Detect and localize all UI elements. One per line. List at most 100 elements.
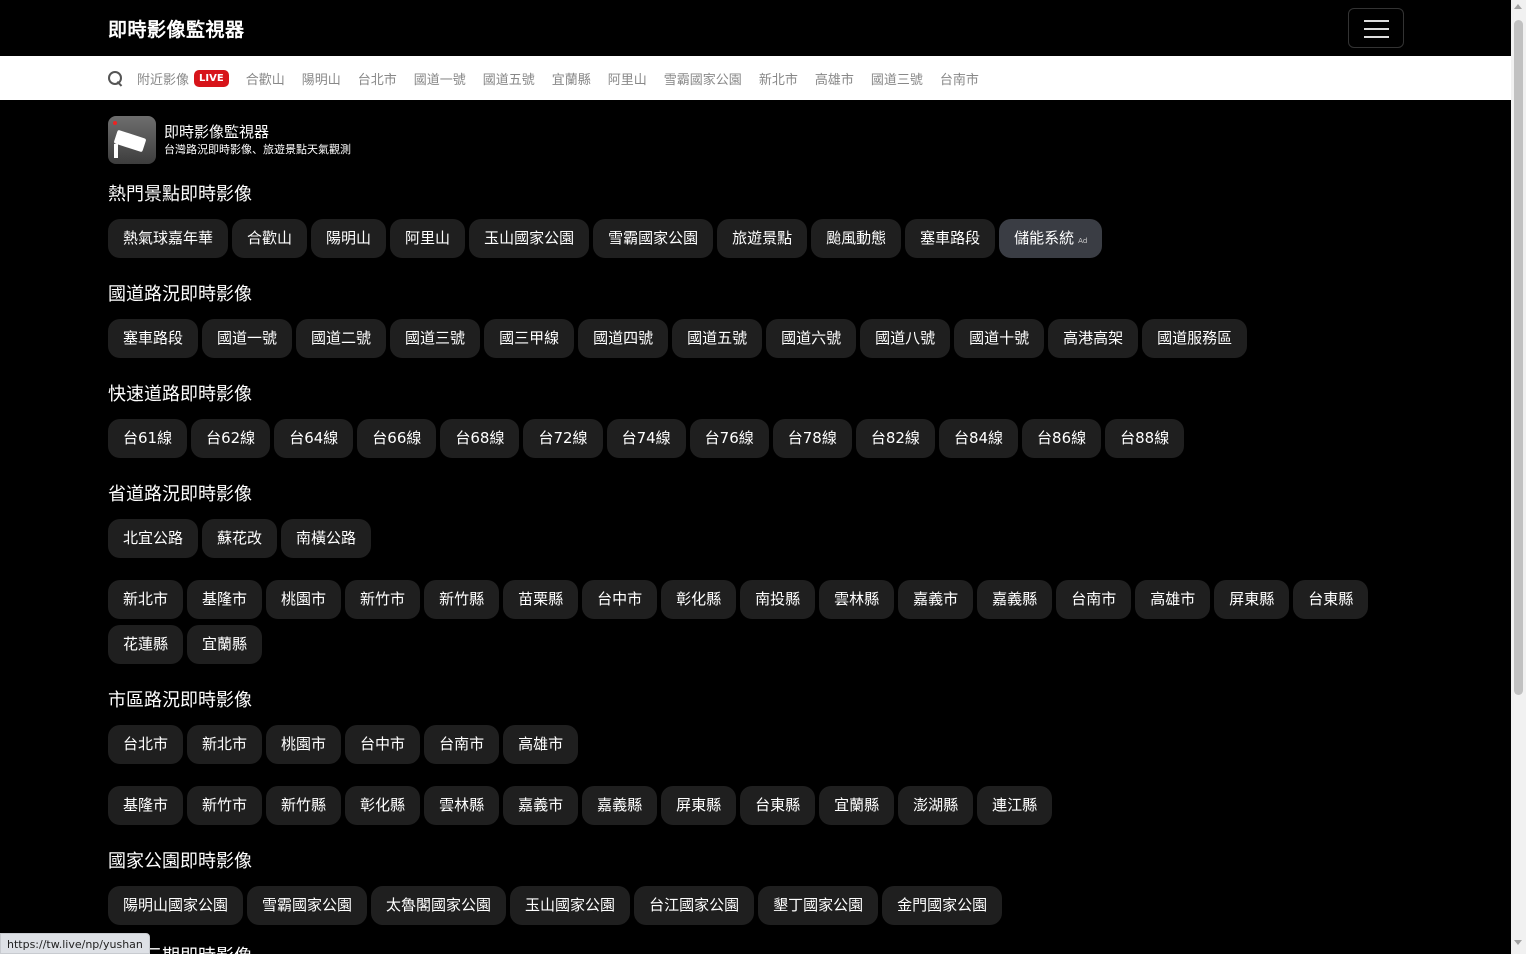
chip-link[interactable]: 國道二號 <box>296 319 387 358</box>
chip-link[interactable]: 台84線 <box>938 419 1019 458</box>
chip-link[interactable]: 屏東縣 <box>661 786 737 825</box>
chip-link[interactable]: 嘉義縣 <box>977 580 1053 619</box>
nav-link[interactable]: 國道一號 <box>414 69 466 88</box>
chip-link[interactable]: 陽明山國家公園 <box>108 886 244 925</box>
chip-link[interactable]: 基隆市 <box>108 786 184 825</box>
chip-link[interactable]: 台北市 <box>108 725 184 764</box>
chip-link[interactable]: 颱風動態 <box>811 219 902 258</box>
chip-link[interactable]: 新竹市 <box>187 786 263 825</box>
chip-link[interactable]: 台中市 <box>345 725 421 764</box>
nav-link[interactable]: 國道三號 <box>871 69 923 88</box>
chip-link[interactable]: 台62線 <box>191 419 271 458</box>
chip-link[interactable]: 台72線 <box>523 419 603 458</box>
chip-link[interactable]: 雲林縣 <box>424 786 500 825</box>
chip-link[interactable]: 台88線 <box>1105 419 1185 458</box>
chip-link[interactable]: 彰化縣 <box>661 580 737 619</box>
chip-link[interactable]: 屏東縣 <box>1214 580 1290 619</box>
chip-link[interactable]: 金門國家公園 <box>882 886 1003 925</box>
chip-link[interactable]: 台86線 <box>1022 419 1102 458</box>
chip-link[interactable]: 苗栗縣 <box>503 580 579 619</box>
nav-link[interactable]: 附近影像 LIVE <box>137 69 229 88</box>
scroll-down-icon[interactable] <box>1514 940 1522 945</box>
chip-link[interactable]: 國道服務區 <box>1142 319 1248 358</box>
nav-link[interactable]: 陽明山 <box>302 69 341 88</box>
chip-link[interactable]: 新北市 <box>108 580 184 619</box>
chip-link[interactable]: 新竹市 <box>345 580 421 619</box>
chip-link[interactable]: 旅遊景點 <box>717 219 808 258</box>
chip-link[interactable]: 國道八號 <box>860 319 951 358</box>
chip-link[interactable]: 高港高架 <box>1048 319 1139 358</box>
chip-link[interactable]: 玉山國家公園 <box>469 219 590 258</box>
chip-link[interactable]: 嘉義縣 <box>582 786 658 825</box>
chip-link[interactable]: 高雄市 <box>1135 580 1211 619</box>
chip-link[interactable]: 雪霸國家公園 <box>247 886 368 925</box>
ad-chip[interactable]: 儲能系統 Ad <box>999 219 1103 258</box>
scroll-up-icon[interactable] <box>1514 4 1522 9</box>
chip-link[interactable]: 雪霸國家公園 <box>593 219 714 258</box>
chip-link[interactable]: 台66線 <box>357 419 437 458</box>
chip-link[interactable]: 台68線 <box>440 419 520 458</box>
chip-link[interactable]: 連江縣 <box>977 786 1053 825</box>
chip-link[interactable]: 嘉義市 <box>898 580 974 619</box>
chip-link[interactable]: 阿里山 <box>390 219 466 258</box>
nav-link[interactable]: 新北市 <box>759 69 798 88</box>
nav-link[interactable]: 國道五號 <box>483 69 535 88</box>
nav-link[interactable]: 合歡山 <box>246 69 285 88</box>
chip-link[interactable]: 桃園市 <box>266 725 342 764</box>
chip-link[interactable]: 彰化縣 <box>345 786 421 825</box>
chip-link[interactable]: 高雄市 <box>503 725 579 764</box>
chip-link[interactable]: 澎湖縣 <box>898 786 974 825</box>
chip-link[interactable]: 玉山國家公園 <box>510 886 631 925</box>
nav-link[interactable]: 台南市 <box>940 69 979 88</box>
chip-link[interactable]: 陽明山 <box>311 219 387 258</box>
chip-link[interactable]: 國道一號 <box>202 319 293 358</box>
chip-link[interactable]: 宜蘭縣 <box>187 625 263 664</box>
nav-link[interactable]: 台北市 <box>358 69 397 88</box>
chip-link[interactable]: 台南市 <box>424 725 500 764</box>
nav-link[interactable]: 雪霸國家公園 <box>664 69 742 88</box>
chip-link[interactable]: 新竹縣 <box>424 580 500 619</box>
chip-link[interactable]: 台78線 <box>772 419 852 458</box>
site-title[interactable]: 即時影像監視器 <box>164 122 351 142</box>
chip-link[interactable]: 塞車路段 <box>108 319 199 358</box>
nav-link[interactable]: 宜蘭縣 <box>552 69 591 88</box>
chip-link[interactable]: 國道四號 <box>578 319 669 358</box>
chip-link[interactable]: 台82線 <box>855 419 935 458</box>
brand-title[interactable]: 即時影像監視器 <box>108 15 245 42</box>
chip-link[interactable]: 北宜公路 <box>108 519 199 558</box>
nav-link[interactable]: 阿里山 <box>608 69 647 88</box>
chip-link[interactable]: 台南市 <box>1056 580 1132 619</box>
chip-link[interactable]: 台64線 <box>274 419 354 458</box>
chip-link[interactable]: 台61線 <box>108 419 188 458</box>
scroll-thumb[interactable] <box>1514 20 1523 695</box>
search-icon[interactable] <box>107 70 124 87</box>
chip-link[interactable]: 花蓮縣 <box>108 625 184 664</box>
chip-link[interactable]: 國道六號 <box>766 319 857 358</box>
chip-link[interactable]: 台74線 <box>606 419 686 458</box>
chip-link[interactable]: 台東縣 <box>1293 580 1369 619</box>
menu-toggle-button[interactable] <box>1348 8 1404 48</box>
page-scrollbar[interactable] <box>1511 0 1526 954</box>
chip-link[interactable]: 國三甲線 <box>484 319 575 358</box>
nav-link[interactable]: 高雄市 <box>815 69 854 88</box>
chip-link[interactable]: 桃園市 <box>266 580 342 619</box>
chip-link[interactable]: 嘉義市 <box>503 786 579 825</box>
chip-link[interactable]: 墾丁國家公園 <box>758 886 879 925</box>
site-logo[interactable] <box>108 116 156 164</box>
chip-link[interactable]: 基隆市 <box>187 580 263 619</box>
chip-link[interactable]: 南投縣 <box>740 580 816 619</box>
chip-link[interactable]: 台中市 <box>582 580 658 619</box>
chip-link[interactable]: 新竹縣 <box>266 786 342 825</box>
chip-link[interactable]: 台76線 <box>689 419 769 458</box>
chip-link[interactable]: 台東縣 <box>740 786 816 825</box>
chip-link[interactable]: 合歡山 <box>232 219 308 258</box>
chip-link[interactable]: 宜蘭縣 <box>819 786 895 825</box>
chip-link[interactable]: 台江國家公園 <box>634 886 755 925</box>
chip-link[interactable]: 新北市 <box>187 725 263 764</box>
chip-link[interactable]: 熱氣球嘉年華 <box>108 219 229 258</box>
chip-link[interactable]: 國道十號 <box>954 319 1045 358</box>
chip-link[interactable]: 國道五號 <box>672 319 763 358</box>
chip-link[interactable]: 塞車路段 <box>905 219 996 258</box>
chip-link[interactable]: 南橫公路 <box>281 519 372 558</box>
chip-link[interactable]: 國道三號 <box>390 319 481 358</box>
